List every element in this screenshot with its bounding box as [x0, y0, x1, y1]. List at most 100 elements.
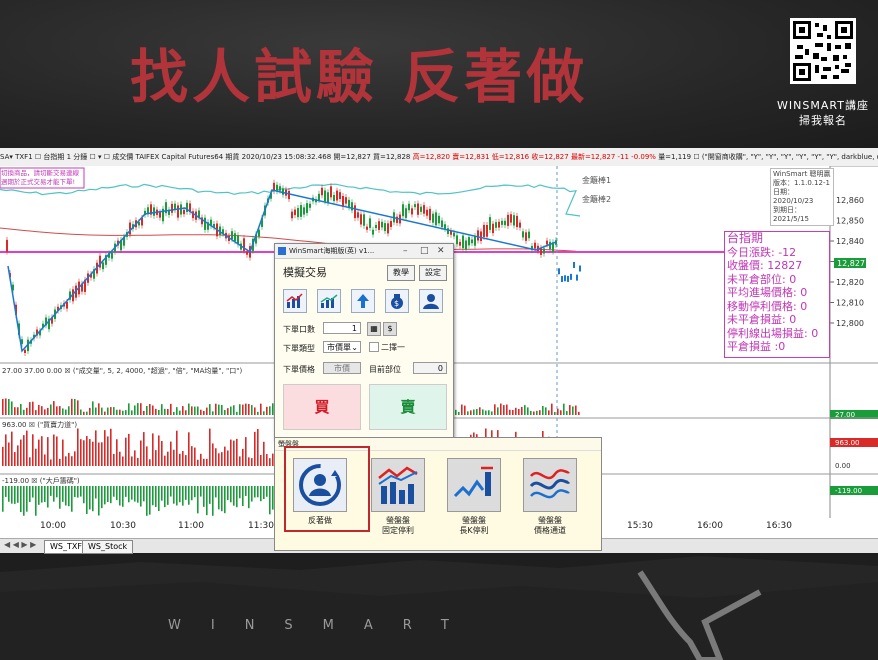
volume-bar: [92, 401, 94, 415]
sell-button[interactable]: 賣: [369, 384, 447, 430]
power-bar: [77, 428, 79, 466]
tab-ws-stock[interactable]: WS_Stock: [82, 540, 134, 554]
settings-button[interactable]: 設定: [419, 265, 447, 281]
brand-line-2: 掃我報名: [799, 114, 847, 127]
power-bar: [71, 456, 73, 466]
big-player-bar: [104, 486, 106, 505]
big-player-bar: [137, 486, 139, 503]
volume-bar: [260, 403, 262, 415]
big-player-bar: [14, 486, 16, 504]
candle-body: [279, 186, 281, 191]
trend-tool-button[interactable]: [317, 289, 341, 313]
candle-body: [177, 205, 179, 218]
volume-bar: [266, 406, 268, 415]
order-price-input[interactable]: 市價: [323, 362, 361, 374]
volume-bar: [65, 409, 67, 415]
volume-bar: [542, 406, 544, 415]
volume-bar: [20, 404, 22, 415]
power-bar: [212, 443, 214, 466]
time-tick: 10:00: [40, 521, 66, 531]
tutorial-button[interactable]: 教學: [387, 265, 415, 281]
volume-bar: [200, 409, 202, 415]
power-bar: [110, 428, 112, 466]
candle-body: [507, 214, 509, 226]
dialog-title: WinSmart海期版(英) v1...: [289, 247, 375, 255]
power-bar: [224, 446, 226, 466]
volume-bar: [536, 410, 538, 415]
big-player-bar: [260, 486, 262, 502]
power-bar: [107, 436, 109, 466]
volume-bar: [242, 404, 244, 415]
big-player-bar: [176, 486, 178, 506]
strategy-fixed-profit[interactable]: 螢盤盤 固定停利: [369, 458, 427, 536]
big-player-bar: [263, 486, 265, 500]
buy-button[interactable]: 買: [283, 384, 361, 430]
big-player-bar: [257, 486, 259, 498]
power-bar: [143, 432, 145, 466]
qty-input[interactable]: 1: [323, 322, 361, 334]
volume-bar: [476, 408, 478, 415]
big-player-bar: [110, 486, 112, 504]
order-type-select[interactable]: 市價單 ⌄: [323, 341, 361, 353]
volume-bar: [113, 407, 115, 415]
candle-body: [564, 275, 566, 282]
power-bar: [194, 447, 196, 466]
candle-body: [534, 242, 536, 249]
brand-line-1: WINSMART講座: [777, 99, 869, 112]
tab-nav-arrows[interactable]: ◀ ◀ ▶ ▶: [4, 540, 36, 549]
volume-bar: [170, 403, 172, 415]
power-bar: [68, 452, 70, 466]
volume-bar: [470, 410, 472, 415]
big-player-bar: [113, 486, 115, 497]
close-icon[interactable]: ✕: [437, 244, 445, 258]
power-bar: [173, 449, 175, 466]
power-bar: [182, 451, 184, 466]
either-one-checkbox[interactable]: [369, 342, 379, 352]
power-value: 963.00: [835, 439, 860, 447]
candle-body: [306, 203, 308, 214]
volume-bar: [158, 409, 160, 415]
big-player-bar: [38, 486, 40, 505]
power-bar: [116, 439, 118, 466]
candle-body: [384, 223, 386, 232]
power-bar: [38, 439, 40, 466]
volume-bar: [35, 410, 37, 415]
volume-bar: [530, 411, 532, 415]
volume-bar: [473, 409, 475, 415]
account-tool-button[interactable]: [419, 289, 443, 313]
candle-body: [405, 208, 407, 218]
symbol-selector[interactable]: SA▾ TXF1 ☐ 台指期 1 分鐘 ☐ ▾ ☐ 成交價 TAIFEX Cap…: [0, 153, 239, 161]
maximize-icon[interactable]: □: [420, 244, 429, 258]
candle-body: [339, 192, 341, 200]
volume-bar: [458, 411, 460, 415]
candle-body: [417, 203, 419, 215]
power-bar: [179, 453, 181, 466]
candle-body: [171, 203, 173, 213]
volume-bar: [62, 408, 64, 415]
volume-bar: [17, 407, 19, 415]
time-tick: 16:00: [697, 521, 723, 531]
volume-bar: [467, 411, 469, 415]
big-player-bar: [26, 486, 28, 512]
power-bar: [89, 439, 91, 466]
candle-body: [489, 217, 491, 230]
volume-bar: [86, 411, 88, 415]
power-bar: [242, 448, 244, 466]
minimize-icon[interactable]: –: [403, 244, 408, 258]
chart-tool-button[interactable]: [283, 289, 307, 313]
candle-body: [576, 274, 578, 281]
money-tool-button[interactable]: $: [385, 289, 409, 313]
big-player-bar: [77, 486, 79, 498]
power-bar: [149, 459, 151, 466]
currency-icon[interactable]: $: [383, 322, 397, 336]
calculator-icon[interactable]: ▦: [367, 322, 381, 336]
big-player-bar: [158, 486, 160, 511]
volume-bar: [572, 406, 574, 415]
strategy-price-channel[interactable]: 螢盤盤 價格通道: [521, 458, 579, 536]
strategy-long-k[interactable]: 螢盤盤 長K停利: [445, 458, 503, 536]
candle-body: [345, 197, 347, 204]
up-down-tool-button[interactable]: [351, 289, 375, 313]
volume-bar: [77, 400, 79, 415]
dialog-titlebar[interactable]: WinSmart海期版(英) v1... – □ ✕: [275, 244, 453, 259]
power-bar: [239, 456, 241, 466]
